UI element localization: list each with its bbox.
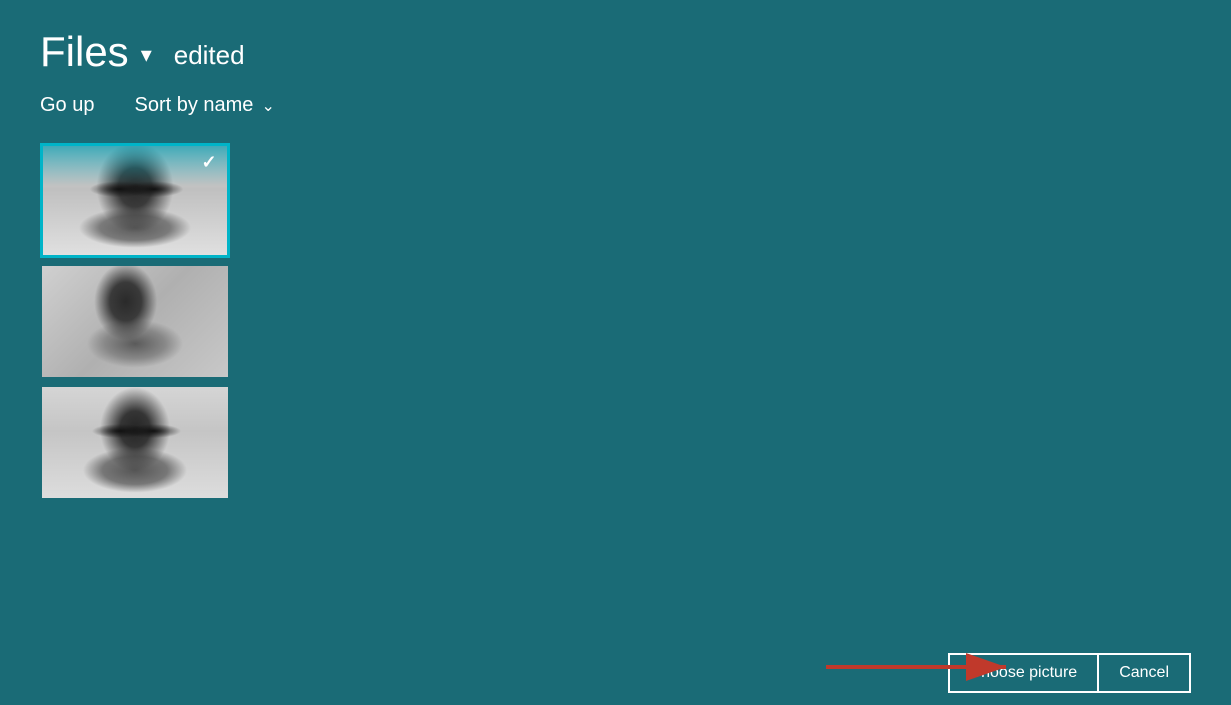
file-thumbnail-2[interactable] xyxy=(40,264,230,379)
sort-button[interactable]: Sort by name ⌄ xyxy=(134,94,274,117)
go-up-button[interactable]: Go up xyxy=(40,94,94,117)
sort-chevron-icon: ⌄ xyxy=(261,96,274,116)
checkmark-icon-1 xyxy=(197,150,221,174)
edited-label: edited xyxy=(174,40,245,71)
title-dropdown-icon[interactable]: ▾ xyxy=(141,42,152,68)
sort-label: Sort by name xyxy=(134,94,253,117)
header: Files ▾ edited xyxy=(0,0,1231,86)
thumbnail-image-2 xyxy=(42,266,228,377)
bottom-bar: Choose picture Cancel xyxy=(0,640,1231,705)
toolbar: Go up Sort by name ⌄ xyxy=(0,86,1231,133)
arrow-hint xyxy=(821,647,1021,687)
arrow-icon xyxy=(821,647,1021,687)
cancel-button[interactable]: Cancel xyxy=(1099,653,1191,693)
file-thumbnail-3[interactable] xyxy=(40,385,230,500)
thumbnail-image-3 xyxy=(42,387,228,498)
file-grid xyxy=(0,133,1231,510)
page-title: Files xyxy=(40,28,129,76)
file-thumbnail-1[interactable] xyxy=(40,143,230,258)
